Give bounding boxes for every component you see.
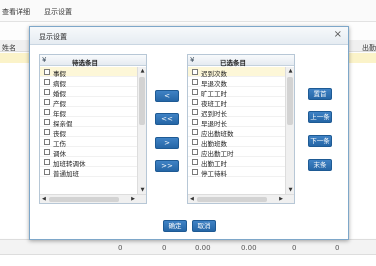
footer-value: 0 — [162, 244, 167, 252]
footer-value: 0 — [118, 244, 123, 252]
checkbox[interactable] — [192, 159, 198, 165]
checkbox[interactable] — [192, 99, 198, 105]
page-bottom — [0, 255, 376, 266]
scroll-up-icon[interactable]: ▲ — [287, 68, 294, 75]
list-item[interactable]: 加班转调休 — [40, 157, 137, 168]
checkbox[interactable] — [192, 149, 198, 155]
move-right-button[interactable]: > — [155, 137, 179, 149]
list-item[interactable]: 出勤班数 — [188, 137, 285, 148]
checkbox[interactable] — [44, 149, 50, 155]
list-item[interactable]: 婚假 — [40, 87, 137, 98]
scroll-down-icon[interactable]: ▼ — [139, 187, 146, 194]
grid-col-name: 姓名 — [2, 44, 16, 52]
list-item[interactable]: 早退时长 — [188, 117, 285, 128]
horizontal-scrollbar[interactable]: ◀ ▶ — [40, 194, 146, 203]
list-item[interactable]: 普通加班 — [40, 167, 137, 178]
list-item[interactable]: 旷工工时 — [188, 87, 285, 98]
scroll-left-icon[interactable]: ◀ — [42, 196, 46, 202]
checkbox[interactable] — [192, 79, 198, 85]
footer-value: 0.00 — [241, 244, 257, 252]
list-item[interactable]: 病假 — [40, 77, 137, 88]
checkbox[interactable] — [44, 139, 50, 145]
selected-items-header: ¥ 已选条目 — [188, 55, 294, 67]
checkbox[interactable] — [192, 169, 198, 175]
view-detail-link[interactable]: 查看详细 — [2, 7, 30, 17]
selected-items-list: ¥ 已选条目 迟到次数 早退次数 旷工工时 夜班工时 迟到时长 早退时长 应出勤… — [187, 54, 295, 204]
checkbox[interactable] — [44, 79, 50, 85]
checkbox[interactable] — [192, 119, 198, 125]
close-icon[interactable]: × — [334, 29, 342, 40]
horizontal-scrollbar[interactable]: ◀ ▶ — [188, 194, 294, 203]
dialog-title: 显示设置 — [39, 33, 67, 41]
checkbox[interactable] — [192, 139, 198, 145]
checkbox[interactable] — [44, 99, 50, 105]
scroll-right-icon[interactable]: ▶ — [131, 196, 135, 202]
available-items-header: ¥ 待选条目 — [40, 55, 146, 67]
footer-value: 0.00 — [195, 244, 211, 252]
list-item[interactable]: 事假 — [40, 67, 137, 78]
checkbox[interactable] — [44, 159, 50, 165]
grid-col-attendance: 出勤 — [362, 44, 376, 52]
list-item[interactable]: 迟到次数 — [188, 67, 285, 78]
checkbox[interactable] — [44, 109, 50, 115]
available-items-list: ¥ 待选条目 事假 病假 婚假 产假 年假 探亲假 丧假 工伤 调休 加班转调休… — [39, 54, 147, 204]
checkbox[interactable] — [44, 119, 50, 125]
selected-items-title: 已选条目 — [220, 59, 246, 67]
move-to-top-button[interactable]: 置首 — [308, 88, 332, 100]
list-item[interactable]: 应出勤工时 — [188, 147, 285, 158]
checkbox[interactable] — [44, 129, 50, 135]
vertical-scrollbar[interactable]: ▲ ▼ — [137, 67, 146, 195]
scroll-right-icon[interactable]: ▶ — [279, 196, 283, 202]
scroll-thumb[interactable] — [197, 197, 267, 202]
list-item[interactable]: 早退次数 — [188, 77, 285, 88]
display-settings-link[interactable]: 显示设置 — [44, 7, 72, 17]
list-item-label: 普通加班 — [53, 170, 79, 178]
move-all-right-button[interactable]: >> — [155, 160, 179, 172]
scroll-thumb[interactable] — [49, 197, 119, 202]
move-up-button[interactable]: 上一条 — [308, 111, 332, 123]
dialog-title-bar[interactable]: 显示设置 × — [30, 27, 348, 45]
scroll-up-icon[interactable]: ▲ — [139, 68, 146, 75]
list-item[interactable]: 年假 — [40, 107, 137, 118]
checkbox[interactable] — [44, 69, 50, 75]
checkbox[interactable] — [192, 89, 198, 95]
list-item[interactable]: 工伤 — [40, 137, 137, 148]
checkbox[interactable] — [44, 169, 50, 175]
list-item[interactable]: 探亲假 — [40, 117, 137, 128]
scroll-down-icon[interactable]: ▼ — [287, 187, 294, 194]
list-item[interactable]: 停工待料 — [188, 167, 285, 178]
move-to-bottom-button[interactable]: 末条 — [308, 159, 332, 171]
list-item[interactable]: 应出勤班数 — [188, 127, 285, 138]
ok-button[interactable]: 确定 — [163, 220, 187, 232]
available-items-title: 待选条目 — [72, 59, 98, 67]
display-settings-dialog: 显示设置 × ¥ 待选条目 事假 病假 婚假 产假 年假 探亲假 丧假 工伤 调… — [29, 26, 349, 240]
list-item-label: 停工待料 — [201, 170, 227, 178]
checkbox[interactable] — [192, 129, 198, 135]
footer-value: 0 — [335, 244, 340, 252]
grid-footer: 0 0 0.00 0.00 0 0 — [0, 239, 376, 255]
vertical-scrollbar[interactable]: ▲ ▼ — [285, 67, 294, 195]
footer-value: 0 — [292, 244, 297, 252]
list-item[interactable]: 产假 — [40, 97, 137, 108]
move-all-left-button[interactable]: << — [155, 113, 179, 125]
scroll-thumb[interactable] — [287, 77, 293, 125]
checkbox[interactable] — [192, 69, 198, 75]
scroll-thumb[interactable] — [139, 77, 145, 125]
move-left-button[interactable]: < — [155, 90, 179, 102]
checkbox[interactable] — [192, 109, 198, 115]
move-down-button[interactable]: 下一条 — [308, 135, 332, 147]
cancel-button[interactable]: 取消 — [192, 220, 216, 232]
list-item[interactable]: 出勤工时 — [188, 157, 285, 168]
top-toolbar: 查看详细 显示设置 — [0, 0, 376, 22]
list-item[interactable]: 夜班工时 — [188, 97, 285, 108]
scroll-left-icon[interactable]: ◀ — [190, 196, 194, 202]
list-item[interactable]: 调休 — [40, 147, 137, 158]
list-item[interactable]: 丧假 — [40, 127, 137, 138]
list-item[interactable]: 迟到时长 — [188, 107, 285, 118]
checkbox[interactable] — [44, 89, 50, 95]
